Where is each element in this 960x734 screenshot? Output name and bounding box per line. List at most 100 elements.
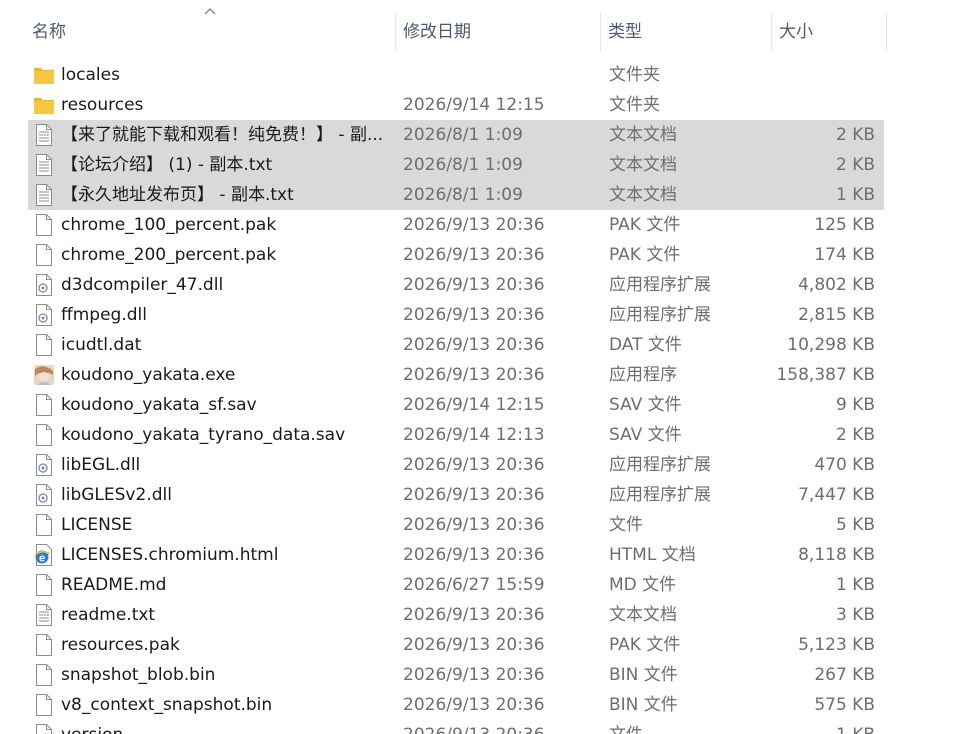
column-divider[interactable] (886, 12, 887, 52)
file-row[interactable]: v8_context_snapshot.bin 2026/9/13 20:36 BI… (0, 690, 960, 720)
file-row[interactable]: snapshot_blob.bin 2026/9/13 20:36 BIN 文件 26… (0, 660, 960, 690)
file-modified-date: 2026/9/13 20:36 (403, 335, 545, 355)
file-type: 应用程序扩展 (609, 455, 711, 475)
file-size: 5,123 KB (798, 635, 875, 655)
text-file-icon (33, 153, 55, 177)
file-size: 125 KB (814, 215, 875, 235)
file-row[interactable]: libEGL.dll 2026/9/13 20:36 应用程序扩展 470 KB (0, 450, 960, 480)
file-row[interactable]: icudtl.dat 2026/9/13 20:36 DAT 文件 10,298 KB (0, 330, 960, 360)
file-modified-date: 2026/9/13 20:36 (403, 695, 545, 715)
file-row[interactable]: 【永久地址发布页】 - 副本.txt 2026/8/1 1:09 文本文档 1 KB (0, 179, 960, 210)
blank-file-icon (33, 243, 55, 267)
folder-icon (33, 63, 55, 87)
file-row[interactable]: ffmpeg.dll 2026/9/13 20:36 应用程序扩展 2,815 KB (0, 300, 960, 330)
file-row[interactable]: libGLESv2.dll 2026/9/13 20:36 应用程序扩展 7,447 … (0, 480, 960, 510)
dll-file-icon (33, 303, 55, 327)
blank-file-icon (33, 423, 55, 447)
file-name: locales (61, 65, 120, 85)
file-modified-date: 2026/9/14 12:13 (403, 425, 545, 445)
file-name: ffmpeg.dll (61, 305, 147, 325)
file-row[interactable]: koudono_yakata_tyrano_data.sav 2026/9/14 … (0, 420, 960, 450)
file-type: 文本文档 (609, 185, 677, 205)
file-size: 1 KB (835, 575, 875, 595)
column-header-bar: 名称 修改日期 类型 大小 (0, 0, 960, 58)
file-row[interactable]: resources.pak 2026/9/13 20:36 PAK 文件 5,123 … (0, 630, 960, 660)
app-icon (33, 363, 55, 387)
file-name: snapshot_blob.bin (61, 665, 216, 685)
file-name: libEGL.dll (61, 455, 141, 475)
svg-text:e: e (39, 553, 45, 565)
file-modified-date: 2026/6/27 15:59 (403, 575, 545, 595)
html-file-icon: e (33, 543, 55, 567)
file-row[interactable]: e LICENSES.chromium.html 2026/9/13 20:36 HT… (0, 540, 960, 570)
file-size: 10,298 KB (787, 335, 875, 355)
file-size: 158,387 KB (776, 365, 875, 385)
file-name: koudono_yakata_sf.sav (61, 395, 257, 415)
column-divider[interactable] (771, 12, 772, 52)
column-divider[interactable] (395, 12, 396, 52)
text-file-icon (33, 123, 55, 147)
file-row[interactable]: 【论坛介绍】 (1) - 副本.txt 2026/8/1 1:09 文本文档 2 KB (0, 149, 960, 180)
file-name: readme.txt (61, 605, 156, 625)
file-type: 应用程序扩展 (609, 305, 711, 325)
file-modified-date: 2026/9/13 20:36 (403, 305, 545, 325)
file-type: BIN 文件 (609, 665, 678, 685)
file-type: 应用程序 (609, 365, 677, 385)
file-modified-date: 2026/9/13 20:36 (403, 365, 545, 385)
file-name: koudono_yakata.exe (61, 365, 236, 385)
column-header-type[interactable]: 类型 (602, 10, 768, 56)
file-name: 【永久地址发布页】 - 副本.txt (61, 185, 294, 205)
file-row[interactable]: chrome_200_percent.pak 2026/9/13 20:36 PAK… (0, 240, 960, 270)
dll-file-icon (33, 483, 55, 507)
file-name: 【来了就能下载和观看！纯免费！】 - 副... (61, 125, 384, 145)
file-size: 9 KB (835, 395, 875, 415)
blank-file-icon (33, 573, 55, 597)
file-name: koudono_yakata_tyrano_data.sav (61, 425, 346, 445)
file-row[interactable]: koudono_yakata_sf.sav 2026/9/14 12:15 SAV … (0, 390, 960, 420)
file-modified-date: 2026/8/1 1:09 (403, 155, 523, 175)
file-name: v8_context_snapshot.bin (61, 695, 273, 715)
file-row[interactable]: README.md 2026/6/27 15:59 MD 文件 1 KB (0, 570, 960, 600)
file-row[interactable]: koudono_yakata.exe 2026/9/13 20:36 应用程序 158… (0, 360, 960, 390)
file-modified-date: 2026/9/13 20:36 (403, 275, 545, 295)
column-divider[interactable] (600, 12, 601, 52)
file-size: 2,815 KB (798, 305, 875, 325)
file-row[interactable]: 【来了就能下载和观看！纯免费！】 - 副... 2026/8/1 1:09 文本文档… (0, 120, 960, 150)
file-size: 1 KB (775, 720, 875, 734)
file-modified-date: 2026/8/1 1:09 (403, 185, 523, 205)
file-row[interactable]: LICENSE 2026/9/13 20:36 文件 5 KB (0, 510, 960, 540)
column-header-size[interactable]: 大小 (773, 10, 885, 56)
file-size: 1 KB (835, 185, 875, 205)
file-type: 文本文档 (609, 125, 677, 145)
blank-file-icon (33, 393, 55, 417)
file-row[interactable]: d3dcompiler_47.dll 2026/9/13 20:36 应用程序扩展 4… (0, 270, 960, 300)
file-size: 2 KB (835, 125, 875, 145)
file-size: 267 KB (814, 665, 875, 685)
file-modified-date: 2026/9/14 12:15 (403, 395, 545, 415)
file-modified-date: 2026/9/13 20:36 (403, 245, 545, 265)
blank-file-icon (33, 663, 55, 687)
file-size: 7,447 KB (798, 485, 875, 505)
file-modified-date: 2026/8/1 1:09 (403, 125, 523, 145)
file-modified-date: 2026/9/13 20:36 (403, 545, 545, 565)
blank-file-icon (33, 513, 55, 537)
column-header-name[interactable]: 名称 (26, 10, 394, 56)
file-row[interactable]: resources 2026/9/14 12:15 文件夹 (0, 90, 960, 120)
file-type: 文件夹 (609, 95, 660, 115)
file-name: resources (61, 95, 144, 115)
file-row[interactable]: readme.txt 2026/9/13 20:36 文本文档 3 KB (0, 600, 960, 630)
file-type: 应用程序扩展 (609, 275, 711, 295)
column-header-date[interactable]: 修改日期 (397, 10, 599, 56)
file-size: 4,802 KB (798, 275, 875, 295)
file-row[interactable]: version 2026/9/13 20:36 文件 1 KB (0, 720, 960, 734)
file-row[interactable]: chrome_100_percent.pak 2026/9/13 20:36 PAK… (0, 210, 960, 240)
blank-file-icon (33, 723, 55, 734)
file-type: PAK 文件 (609, 245, 681, 265)
file-row[interactable]: locales 文件夹 (0, 60, 960, 90)
blank-file-icon (33, 633, 55, 657)
file-modified-date: 2026/9/13 20:36 (403, 215, 545, 235)
file-name: LICENSE (61, 515, 133, 535)
file-modified-date: 2026/9/13 20:36 (403, 605, 545, 625)
file-explorer: 名称 修改日期 类型 大小 locales 文件夹 resources 2026/9/… (0, 0, 960, 734)
file-size: 174 KB (814, 245, 875, 265)
